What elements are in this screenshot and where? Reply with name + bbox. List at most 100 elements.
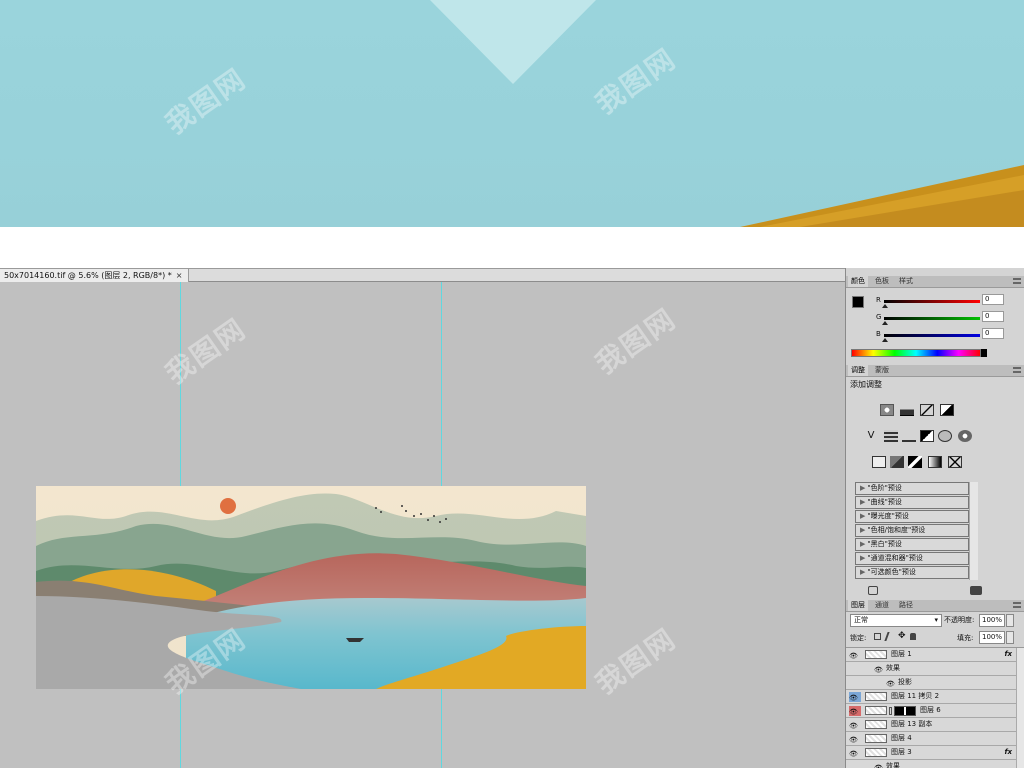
- eye-icon[interactable]: 👁: [849, 650, 861, 660]
- layer-row[interactable]: 👁 图层 4: [846, 732, 1016, 746]
- eye-icon[interactable]: 👁: [874, 762, 886, 768]
- layer-name: 图层 6: [920, 706, 941, 714]
- brightness-icon[interactable]: [880, 404, 894, 416]
- curves-icon[interactable]: [920, 404, 934, 416]
- slider-b[interactable]: B 0: [876, 328, 1016, 344]
- clip-icon[interactable]: [970, 586, 982, 595]
- tab-paths[interactable]: 路径: [896, 600, 916, 611]
- posterize-icon[interactable]: [890, 456, 904, 468]
- layer-name: 图层 1: [891, 650, 912, 658]
- blend-mode-select[interactable]: 正常 ▾: [850, 614, 942, 627]
- eye-icon[interactable]: 👁: [849, 720, 861, 730]
- preset-black-white[interactable]: ▶ "黑白"预设: [855, 538, 969, 551]
- preset-selective-color[interactable]: ▶ "可选颜色"预设: [855, 566, 969, 579]
- panel-menu-icon[interactable]: [1013, 367, 1021, 373]
- slider-r[interactable]: R 0: [876, 294, 1016, 310]
- fill-field[interactable]: 100%: [979, 631, 1005, 644]
- color-balance-icon[interactable]: [902, 430, 916, 442]
- effects-row[interactable]: 👁 效果: [846, 760, 1016, 768]
- eye-icon[interactable]: 👁: [849, 706, 861, 716]
- lock-all-icon[interactable]: [910, 633, 916, 640]
- layers-list: 👁 图层 1 fx 👁 效果 👁 投影 👁 图层 11 拷贝 2 👁 图层 6 …: [846, 647, 1024, 768]
- levels-icon[interactable]: [900, 404, 914, 416]
- photo-filter-icon[interactable]: [938, 430, 952, 442]
- close-icon[interactable]: ×: [176, 271, 183, 280]
- layer-name: 图层 4: [891, 734, 912, 742]
- foreground-color-swatch[interactable]: [852, 296, 864, 308]
- panel-menu-icon[interactable]: [1013, 602, 1021, 608]
- value-field[interactable]: 0: [982, 328, 1004, 339]
- hue-saturation-icon[interactable]: [884, 430, 898, 442]
- preset-label: "曝光度"预设: [867, 512, 909, 520]
- slider-g[interactable]: G 0: [876, 311, 1016, 327]
- opacity-arrow-icon[interactable]: [1006, 614, 1014, 627]
- effects-row[interactable]: 👁 效果: [846, 662, 1016, 676]
- slider-track[interactable]: [884, 317, 980, 320]
- exposure-icon[interactable]: [940, 404, 954, 416]
- invert-icon[interactable]: [872, 456, 886, 468]
- document-tab-bar: 50x7014160.tif @ 5.6% (图层 2, RGB/8*) * ×: [0, 268, 845, 282]
- value-field[interactable]: 0: [982, 294, 1004, 305]
- preset-channel-mixer[interactable]: ▶ "通道混和器"预设: [855, 552, 969, 565]
- value-field[interactable]: 0: [982, 311, 1004, 322]
- layer-row[interactable]: 👁 图层 11 拷贝 2: [846, 690, 1016, 704]
- threshold-icon[interactable]: [908, 456, 922, 468]
- tab-channels[interactable]: 通道: [872, 600, 892, 611]
- slider-knob-icon[interactable]: [882, 321, 888, 325]
- effect-label: 投影: [898, 678, 912, 686]
- layer-row[interactable]: 👁 图层 6: [846, 704, 1016, 718]
- tab-adjustments[interactable]: 调整: [848, 365, 868, 376]
- return-icon[interactable]: [868, 586, 878, 595]
- slider-knob-icon[interactable]: [882, 338, 888, 342]
- tab-styles[interactable]: 样式: [896, 276, 916, 287]
- preset-curves[interactable]: ▶ "曲线"预设: [855, 496, 969, 509]
- lock-transparency-icon[interactable]: [874, 633, 881, 640]
- panel-menu-icon[interactable]: [1013, 278, 1021, 284]
- eye-icon[interactable]: 👁: [849, 692, 861, 702]
- layer-row[interactable]: 👁 图层 13 副本: [846, 718, 1016, 732]
- fx-icon[interactable]: fx: [1004, 648, 1012, 661]
- tab-swatches[interactable]: 色板: [872, 276, 892, 287]
- preset-exposure[interactable]: ▶ "曝光度"预设: [855, 510, 969, 523]
- preset-label: "色相/饱和度"预设: [867, 526, 926, 534]
- gradient-map-icon[interactable]: [928, 456, 942, 468]
- eye-icon[interactable]: 👁: [849, 748, 861, 758]
- layer-mask-thumbnail[interactable]: [894, 706, 916, 716]
- layer-row[interactable]: 👁 图层 1 fx: [846, 648, 1016, 662]
- document-tab[interactable]: 50x7014160.tif @ 5.6% (图层 2, RGB/8*) * ×: [0, 269, 190, 282]
- layers-panel-tabs: 图层 通道 路径: [846, 600, 1024, 612]
- selective-color-icon[interactable]: [948, 456, 962, 468]
- layer-thumbnail: [865, 734, 887, 743]
- color-spectrum-bar[interactable]: [851, 349, 981, 357]
- slider-track[interactable]: [884, 334, 980, 337]
- eye-icon[interactable]: 👁: [874, 664, 886, 674]
- effects-label: 效果: [886, 664, 900, 672]
- eye-icon[interactable]: 👁: [849, 734, 861, 744]
- effect-row[interactable]: 👁 投影: [846, 676, 1016, 690]
- layers-scrollbar[interactable]: [1016, 648, 1024, 768]
- layer-thumbnail: [865, 748, 887, 757]
- black-swatch[interactable]: [981, 349, 987, 357]
- fx-icon[interactable]: fx: [1004, 746, 1012, 759]
- tab-masks[interactable]: 蒙版: [872, 365, 892, 376]
- lock-move-icon[interactable]: ✥: [898, 632, 906, 641]
- fill-arrow-icon[interactable]: [1006, 631, 1014, 644]
- opacity-field[interactable]: 100%: [979, 614, 1005, 627]
- slider-track[interactable]: [884, 300, 980, 303]
- channel-mixer-icon[interactable]: [958, 430, 972, 442]
- tab-color[interactable]: 颜色: [848, 276, 868, 287]
- presets-scrollbar[interactable]: [969, 482, 978, 580]
- eye-icon[interactable]: 👁: [886, 678, 898, 688]
- preset-label: "可选颜色"预设: [867, 568, 916, 576]
- preset-label: "曲线"预设: [867, 498, 902, 506]
- slider-label: G: [876, 313, 882, 321]
- layer-row[interactable]: 👁 图层 3 fx: [846, 746, 1016, 760]
- slider-knob-icon[interactable]: [882, 304, 888, 308]
- layer-name: 图层 3: [891, 748, 912, 756]
- black-white-icon[interactable]: [920, 430, 934, 442]
- lock-paint-icon[interactable]: [884, 632, 894, 641]
- vibrance-icon[interactable]: V: [864, 430, 878, 442]
- preset-levels[interactable]: ▶ "色阶"预设: [855, 482, 969, 495]
- tab-layers[interactable]: 图层: [848, 600, 868, 611]
- preset-hue-saturation[interactable]: ▶ "色相/饱和度"预设: [855, 524, 969, 537]
